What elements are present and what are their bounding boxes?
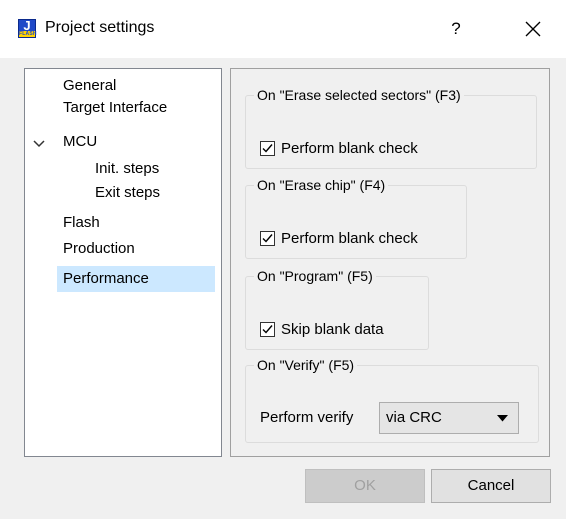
group-erase-selected: On "Erase selected sectors" (F3) Perform… — [245, 87, 537, 169]
erase-selected-checkbox-label: Perform blank check — [281, 140, 418, 157]
erase-chip-blank-check[interactable]: Perform blank check — [260, 230, 418, 247]
erase-chip-checkbox-label: Perform blank check — [281, 230, 418, 247]
checkmark-icon — [262, 325, 273, 334]
group-verify: On "Verify" (F5) Perform verify via CRC — [245, 357, 539, 443]
group-program: On "Program" (F5) Skip blank data — [245, 268, 429, 350]
app-icon-badge: FLASH — [19, 31, 37, 37]
program-checkbox-label: Skip blank data — [281, 321, 384, 338]
perform-verify-label: Perform verify — [260, 409, 354, 426]
settings-panel: On "Erase selected sectors" (F3) Perform… — [230, 68, 550, 457]
perform-verify-value: via CRC — [386, 409, 442, 426]
close-button[interactable] — [518, 14, 548, 44]
erase-chip-checkbox[interactable] — [260, 231, 275, 246]
close-icon — [525, 21, 541, 37]
app-icon: J FLASH — [18, 18, 37, 38]
checkmark-icon — [262, 234, 273, 243]
title-bar: J FLASH Project settings ? — [0, 0, 566, 58]
perform-verify-select[interactable]: via CRC — [379, 402, 519, 434]
group-erase-chip-legend: On "Erase chip" (F4) — [257, 177, 386, 193]
cancel-button[interactable]: Cancel — [431, 469, 551, 503]
program-checkbox[interactable] — [260, 322, 275, 337]
checkmark-icon — [262, 144, 273, 153]
tree-item-exit-steps[interactable]: Exit steps — [95, 182, 160, 204]
program-skip-blank[interactable]: Skip blank data — [260, 321, 384, 338]
erase-selected-checkbox[interactable] — [260, 141, 275, 156]
group-program-legend: On "Program" (F5) — [257, 268, 373, 284]
group-erase-chip: On "Erase chip" (F4) Perform blank check — [245, 177, 467, 259]
tree-item-general[interactable]: General — [63, 75, 116, 97]
help-button[interactable]: ? — [442, 17, 470, 41]
erase-selected-blank-check[interactable]: Perform blank check — [260, 140, 418, 157]
ok-button[interactable]: OK — [305, 469, 425, 503]
dropdown-arrow-icon — [497, 415, 508, 422]
group-verify-legend: On "Verify" (F5) — [257, 357, 355, 373]
tree-item-performance[interactable]: Performance — [57, 266, 215, 292]
tree-item-flash[interactable]: Flash — [63, 212, 100, 234]
tree-item-init-steps[interactable]: Init. steps — [95, 158, 159, 180]
settings-tree[interactable]: General Target Interface MCU Init. steps… — [24, 68, 222, 457]
group-erase-selected-legend: On "Erase selected sectors" (F3) — [257, 87, 461, 103]
window-title: Project settings — [45, 19, 155, 36]
tree-item-target-interface[interactable]: Target Interface — [63, 97, 167, 119]
tree-item-mcu[interactable]: MCU — [63, 131, 97, 153]
chevron-down-icon[interactable] — [33, 140, 45, 148]
tree-item-production[interactable]: Production — [63, 238, 135, 260]
